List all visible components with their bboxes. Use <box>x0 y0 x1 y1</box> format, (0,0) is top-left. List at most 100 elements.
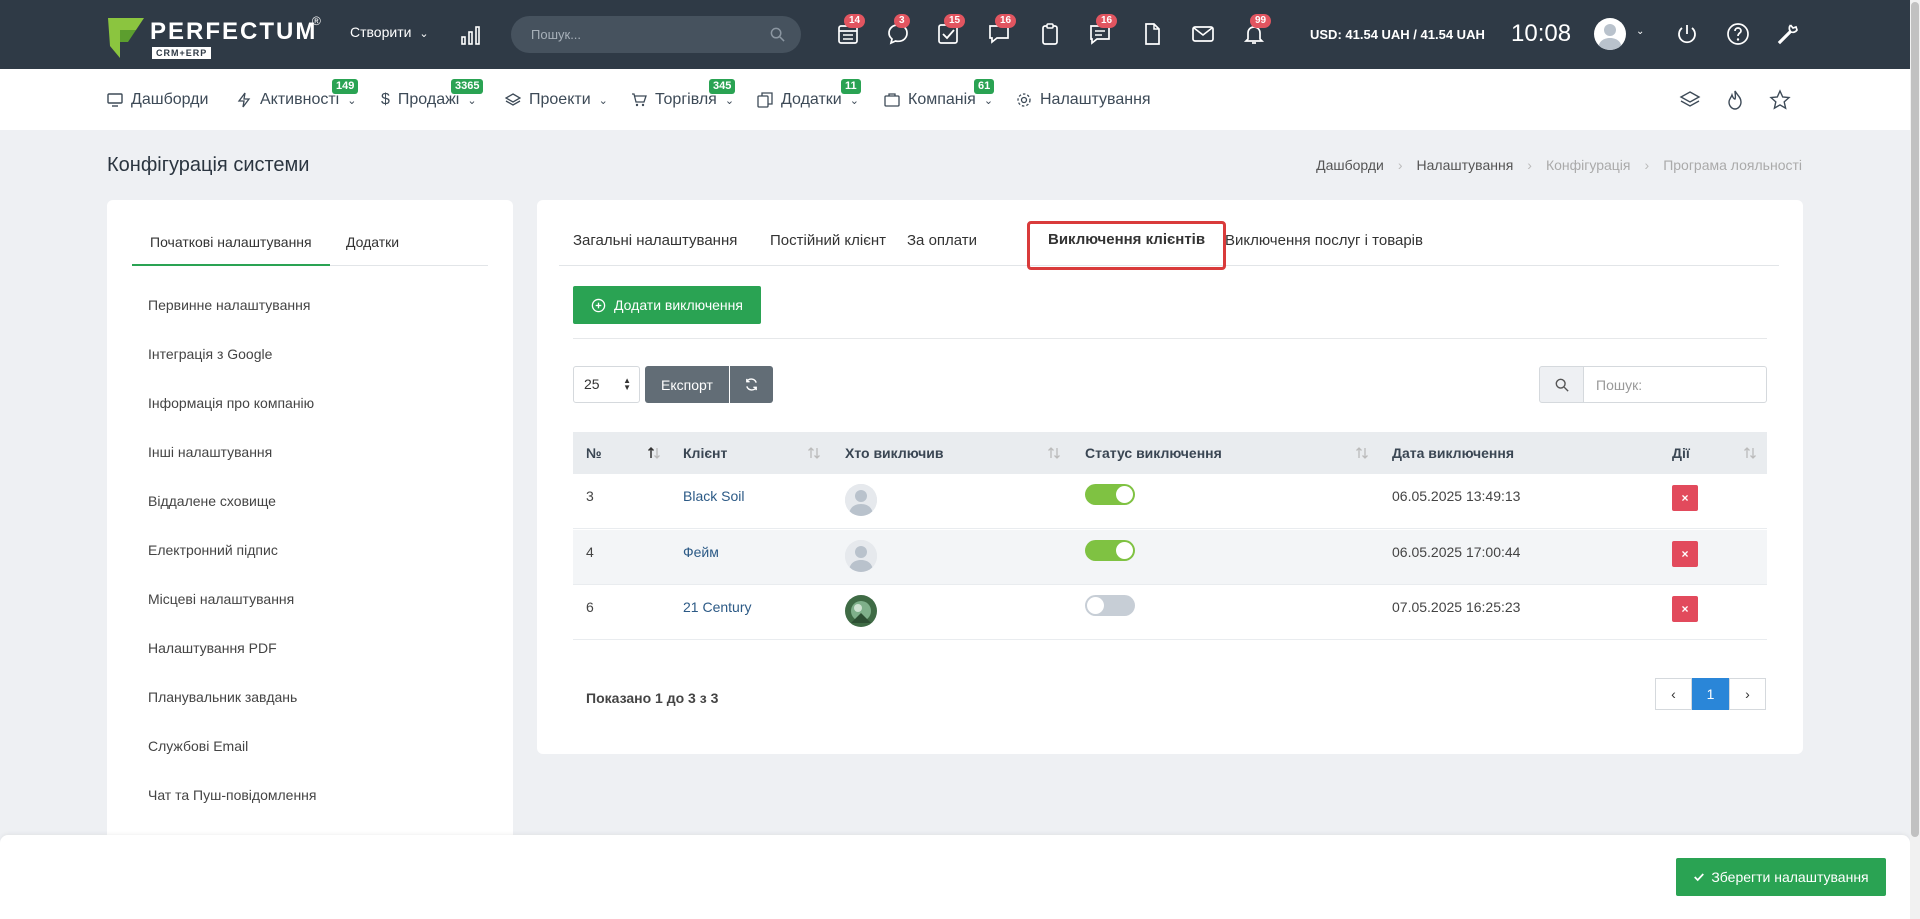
delete-button[interactable]: × <box>1672 541 1698 567</box>
refresh-icon <box>746 378 757 391</box>
help-button[interactable] <box>1726 22 1752 48</box>
sort-icon[interactable] <box>1743 446 1757 460</box>
tab-client-exclusions[interactable]: Виключення клієнтів <box>1027 221 1227 270</box>
client-link[interactable]: Фейм <box>683 544 719 560</box>
nav-label: Продажі <box>397 91 460 108</box>
sidebar-item-service-email[interactable]: Службові Email <box>148 738 248 754</box>
top-search-input[interactable] <box>511 16 751 53</box>
search-icon[interactable] <box>770 27 785 42</box>
sidebar-item-chat-push[interactable]: Чат та Пуш-повідомлення <box>148 787 317 803</box>
pagination-prev[interactable]: ‹ <box>1655 678 1692 710</box>
nav-settings[interactable]: Налаштування <box>1016 91 1151 109</box>
cell-client: 21 Century <box>683 599 751 615</box>
spinner-arrows-icon: ▲ ▼ <box>623 376 631 392</box>
sidebar-item-primary-setup[interactable]: Первинне налаштування <box>148 297 310 313</box>
chevron-down-icon: ⌄ <box>983 94 994 107</box>
column-exclusion-date[interactable]: Дата виключення <box>1392 432 1514 474</box>
star-icon[interactable] <box>1769 89 1791 111</box>
documents-button[interactable] <box>1140 22 1166 48</box>
sort-icon[interactable] <box>807 446 821 460</box>
nav-dashboards[interactable]: Дашборди <box>107 91 208 109</box>
sidebar-item-company-info[interactable]: Інформація про компанію <box>148 395 314 411</box>
column-actions[interactable]: Дії <box>1672 432 1690 474</box>
exclusion-status-toggle[interactable] <box>1085 595 1135 616</box>
nav-trade[interactable]: Торгівля ⌄ 345 <box>631 79 736 109</box>
tab-for-payment[interactable]: За оплати <box>907 226 977 266</box>
table-row: 6 21 Century 07.05.2025 16:25:23 × <box>573 585 1767 640</box>
avatar[interactable] <box>845 595 877 627</box>
create-menu[interactable]: Створити ⌄ <box>350 24 429 40</box>
sidebar-item-remote-storage[interactable]: Віддалене сховище <box>148 493 276 509</box>
client-link[interactable]: Black Soil <box>683 488 744 504</box>
export-button[interactable]: Експорт <box>645 366 729 403</box>
nav-projects[interactable]: Проекти ⌄ <box>505 91 608 109</box>
save-settings-button[interactable]: Зберегти налаштування <box>1676 858 1886 896</box>
tasks-notifications[interactable]: 15 <box>936 14 966 48</box>
messages-notifications[interactable]: 16 <box>987 14 1017 48</box>
bar-chart-icon[interactable] <box>460 24 482 46</box>
cell-client: Фейм <box>683 544 719 560</box>
avatar[interactable] <box>845 484 877 516</box>
sidebar-item-e-signature[interactable]: Електронний підпис <box>148 542 278 558</box>
tab-initial-settings[interactable]: Початкові налаштування <box>132 230 330 266</box>
nav-label: Додатки <box>781 91 842 108</box>
column-exclusion-status[interactable]: Статус виключення <box>1085 432 1222 474</box>
tab-addons[interactable]: Додатки <box>328 230 417 266</box>
delete-button[interactable]: × <box>1672 485 1698 511</box>
sidebar-item-local-settings[interactable]: Місцеві налаштування <box>148 591 294 607</box>
tools-button[interactable] <box>1776 22 1802 48</box>
sort-icon[interactable] <box>1047 446 1061 460</box>
nav-addons[interactable]: Додатки ⌄ 11 <box>757 79 861 109</box>
nav-company[interactable]: Компанія ⌄ 61 <box>884 79 995 109</box>
table-info: Показано 1 до 3 з 3 <box>586 690 719 706</box>
alerts-notifications[interactable]: 99 <box>1242 14 1272 48</box>
tab-general-settings[interactable]: Загальні налаштування <box>573 226 737 266</box>
nav-sales[interactable]: $ Продажі ⌄ 3365 <box>381 79 484 109</box>
plus-circle-icon <box>591 298 606 312</box>
exclusion-status-toggle[interactable] <box>1085 484 1135 505</box>
page-scrollbar[interactable] <box>1910 0 1920 919</box>
comments-notifications[interactable]: 3 <box>886 14 912 48</box>
column-number[interactable]: № <box>586 432 602 474</box>
table-header: № Клієнт Хто виключив Статус виключення … <box>573 432 1767 474</box>
pagination-page[interactable]: 1 <box>1692 678 1729 710</box>
sort-asc-icon[interactable] <box>647 446 661 460</box>
sidebar-item-google-integration[interactable]: Інтеграція з Google <box>148 346 272 362</box>
sort-icon[interactable] <box>1355 446 1369 460</box>
column-client[interactable]: Клієнт <box>683 432 727 474</box>
page-size-select[interactable]: 25 ▲ ▼ <box>573 366 640 403</box>
monitor-icon <box>107 93 123 107</box>
help-icon <box>1727 23 1749 45</box>
avatar[interactable] <box>845 540 877 572</box>
feed-notifications[interactable]: 16 <box>1088 14 1118 48</box>
sidebar-item-pdf-settings[interactable]: Налаштування PDF <box>148 640 277 656</box>
column-excluded-by[interactable]: Хто виключив <box>845 432 944 474</box>
breadcrumb-configuration[interactable]: Конфігурація <box>1546 157 1631 173</box>
mail-button[interactable] <box>1191 22 1217 48</box>
settings-sidebar: Початкові налаштування Додатки Первинне … <box>107 200 513 840</box>
breadcrumb-dashboards[interactable]: Дашборди <box>1316 157 1384 173</box>
clipboard-button[interactable] <box>1038 22 1064 48</box>
exclusion-status-toggle[interactable] <box>1085 540 1135 561</box>
scrollbar-thumb[interactable] <box>1911 2 1919 837</box>
layers-icon[interactable] <box>1679 89 1701 111</box>
refresh-button[interactable] <box>730 366 773 403</box>
delete-button[interactable]: × <box>1672 596 1698 622</box>
nav-activities[interactable]: Активності ⌄ 149 <box>236 79 359 109</box>
table-search-input[interactable] <box>1583 366 1767 403</box>
breadcrumb-settings[interactable]: Налаштування <box>1417 157 1514 173</box>
tab-regular-client[interactable]: Постійний клієнт <box>770 226 886 266</box>
fire-icon[interactable] <box>1724 89 1746 111</box>
sidebar-item-task-scheduler[interactable]: Планувальник завдань <box>148 689 297 705</box>
logout-button[interactable] <box>1675 22 1701 48</box>
sidebar-item-other-settings[interactable]: Інші налаштування <box>148 444 272 460</box>
tab-product-service-exclusions[interactable]: Виключення послуг і товарів <box>1225 226 1423 266</box>
calendar-notifications[interactable]: 14 <box>836 14 866 48</box>
perfectum-logo[interactable]: PERFECTUM ® CRM+ERP <box>106 14 326 62</box>
add-exclusion-button[interactable]: Додати виключення <box>573 286 761 324</box>
pagination-next[interactable]: › <box>1729 678 1766 710</box>
user-avatar[interactable] <box>1594 18 1626 50</box>
chevron-down-icon[interactable]: ⌄ <box>1636 26 1644 37</box>
client-link[interactable]: 21 Century <box>683 599 751 615</box>
breadcrumb-separator: › <box>1644 157 1650 173</box>
